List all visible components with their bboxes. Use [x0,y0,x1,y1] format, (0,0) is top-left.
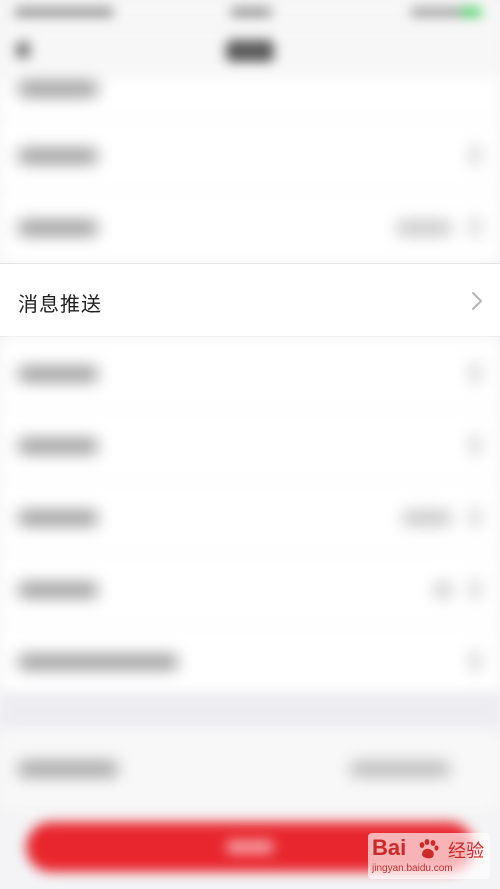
row-label [18,439,98,453]
chevron-right-icon [470,145,480,165]
settings-row[interactable] [0,409,500,481]
row-label: 消息推送 [18,292,102,316]
row-label [18,511,98,525]
settings-row[interactable] [0,191,500,263]
watermark-brand2: 经验 [448,841,484,862]
back-arrow-icon[interactable] [16,42,30,58]
clock-text [230,7,272,18]
row-value [396,221,452,235]
row-value [402,511,452,525]
row-value [350,762,450,776]
chevron-right-icon [470,579,480,599]
chevron-right-icon [470,651,480,671]
settings-row[interactable] [0,337,500,409]
settings-row[interactable] [0,481,500,553]
row-label [18,583,98,597]
row-label [18,149,98,163]
battery-level [460,7,482,18]
row-label [18,655,178,669]
row-label [18,221,98,235]
chevron-right-icon [470,435,480,455]
chevron-right-icon [470,217,480,237]
settings-list-upper [0,76,500,263]
row-value [434,583,452,597]
nav-bar [0,26,500,76]
status-bar [0,0,500,26]
page-title [226,40,274,62]
chevron-right-icon [472,292,482,310]
settings-row-message-push[interactable]: 消息推送 [0,263,500,337]
section-divider [0,694,500,730]
chevron-right-icon [470,363,480,383]
row-label [18,82,98,96]
settings-row[interactable] [0,76,500,119]
logout-button-label [226,840,274,854]
chevron-right-icon [470,507,480,527]
watermark-url: jingyan.baidu.com [372,863,453,874]
baidu-jingyan-watermark: Bai 经验 jingyan.baidu.com [368,833,490,879]
watermark-brand: Bai [372,835,407,860]
settings-row[interactable] [0,625,500,697]
settings-row[interactable] [0,119,500,191]
settings-row[interactable] [0,553,500,625]
paw-icon [419,839,439,859]
row-label [18,367,98,381]
settings-row[interactable] [0,730,500,810]
row-label [18,762,118,776]
settings-list-lower [0,337,500,694]
carrier-text [14,7,114,18]
